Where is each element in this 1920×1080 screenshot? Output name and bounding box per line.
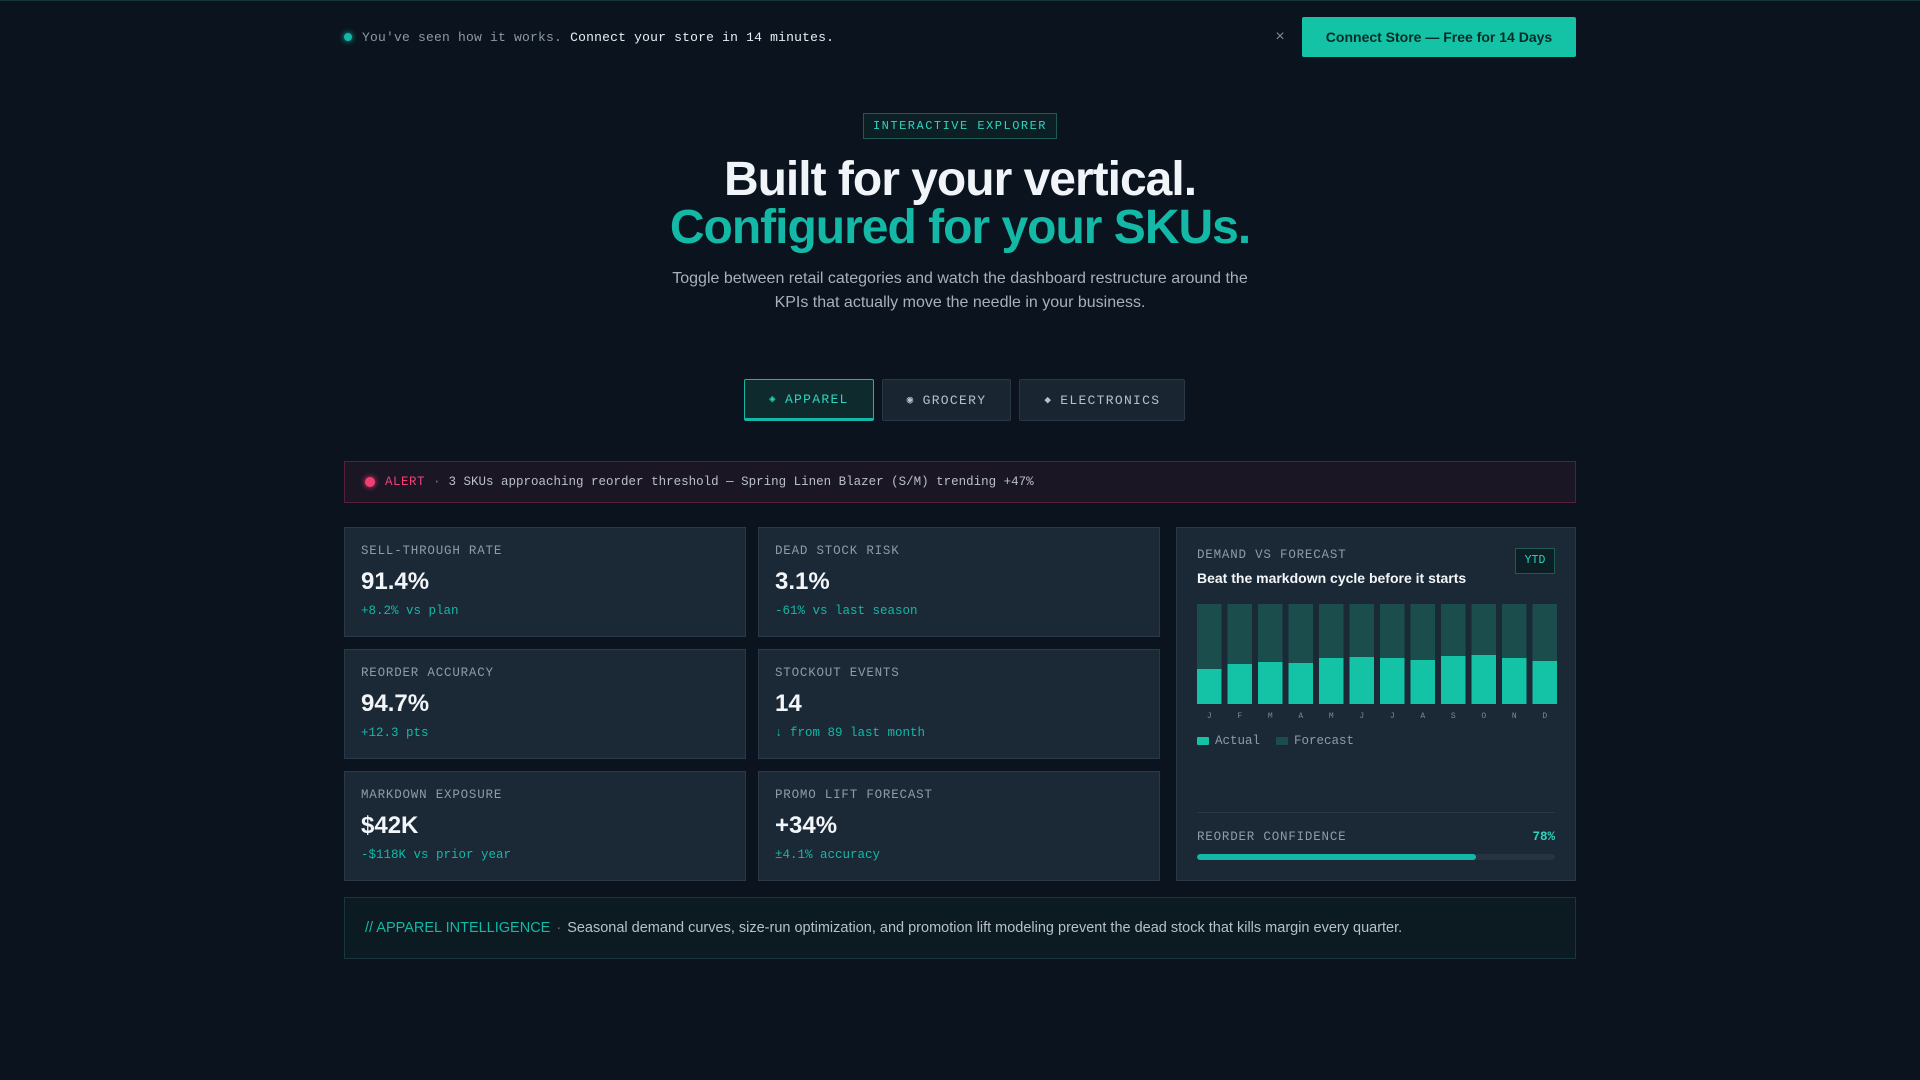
confidence-progress-fill: [1197, 854, 1477, 860]
category-tabs: ◈ APPAREL ◉ GROCERY ◆ ELECTRONICS: [744, 379, 1186, 421]
actual-bar: [1258, 662, 1283, 704]
legend-forecast: Forecast: [1276, 734, 1354, 748]
legend-swatch-forecast: [1276, 736, 1289, 745]
reorder-confidence: REORDER CONFIDENCE 78%: [1197, 830, 1555, 844]
actual-bar: [1471, 655, 1496, 704]
diamond-outline-icon: ◈: [769, 394, 777, 406]
alert-text: 3 SKUs approaching reorder threshold — S…: [448, 475, 1034, 489]
alert-separator: ·: [433, 475, 441, 489]
x-tick-label: A: [1298, 712, 1303, 721]
x-tick-label: J: [1359, 712, 1364, 721]
page-title-accent: Configured for your SKUs.: [669, 201, 1251, 254]
circle-dot-icon: ◉: [906, 395, 915, 407]
actual-bar: [1349, 657, 1374, 704]
kpi-card-stockout-events: STOCKOUT EVENTS 14 ↓ from 89 last month: [758, 649, 1160, 759]
x-tick-label: S: [1451, 712, 1456, 721]
kpi-label: REORDER ACCURACY: [361, 666, 494, 680]
x-tick-label: M: [1329, 712, 1334, 721]
x-tick-label: N: [1512, 712, 1517, 721]
kpi-label: DEAD STOCK RISK: [775, 544, 900, 558]
panel-divider: [1197, 812, 1555, 813]
tab-label: APPAREL: [784, 391, 849, 407]
kpi-label: PROMO LIFT FORECAST: [775, 788, 933, 802]
kpi-delta: -$118K vs prior year: [361, 848, 512, 862]
kpi-label: STOCKOUT EVENTS: [775, 666, 900, 680]
actual-bar: [1288, 663, 1313, 704]
legend-swatch-actual: [1197, 736, 1209, 745]
kpi-card-dead-stock: DEAD STOCK RISK 3.1% -61% vs last season: [758, 527, 1160, 637]
intelligence-text: Seasonal demand curves, size-run optimiz…: [567, 920, 1403, 936]
connect-store-button[interactable]: Connect Store — Free for 14 Days: [1302, 17, 1576, 57]
demand-forecast-panel: DEMAND VS FORECAST Beat the markdown cyc…: [1176, 527, 1576, 881]
intelligence-tag: // APPAREL INTELLIGENCE: [365, 920, 551, 936]
tab-label: ELECTRONICS: [1060, 392, 1161, 408]
actual-bar: [1502, 658, 1527, 704]
kpi-card-sell-through: SELL-THROUGH RATE 91.4% +8.2% vs plan: [344, 527, 746, 637]
legend-actual: Actual: [1197, 734, 1260, 748]
kpi-delta: -61% vs last season: [775, 604, 918, 618]
page-subtitle: Toggle between retail categories and wat…: [672, 270, 1248, 311]
kpi-value: +34%: [775, 812, 838, 839]
close-icon[interactable]: ×: [1268, 25, 1292, 49]
panel-title: Beat the markdown cycle before it starts: [1197, 570, 1467, 586]
x-tick-label: F: [1237, 712, 1242, 721]
actual-bar: [1319, 658, 1344, 704]
status-dot-icon: [344, 33, 352, 41]
kpi-delta: ↓ from 89 last month: [775, 726, 926, 740]
kpi-value: $42K: [361, 812, 419, 839]
vertical-intelligence-strip: // APPAREL INTELLIGENCE · Seasonal deman…: [344, 897, 1576, 959]
kpi-value: 14: [775, 690, 802, 717]
kpi-card-reorder-accuracy: REORDER ACCURACY 94.7% +12.3 pts: [344, 649, 746, 759]
kpi-label: SELL-THROUGH RATE: [361, 544, 503, 558]
intelligence-separator: ·: [556, 920, 562, 936]
actual-bar: [1197, 669, 1222, 704]
chart-legend: Actual Forecast: [1197, 734, 1354, 748]
confidence-label: REORDER CONFIDENCE: [1197, 830, 1347, 844]
panel-label: DEMAND VS FORECAST: [1197, 548, 1347, 562]
x-tick-label: O: [1481, 712, 1486, 721]
kpi-delta: ±4.1% accuracy: [775, 848, 881, 862]
confidence-value: 78%: [1532, 830, 1555, 844]
page-title: Built for your vertical.: [723, 153, 1197, 206]
actual-bar: [1380, 658, 1405, 704]
tab-electronics[interactable]: ◆ ELECTRONICS: [1019, 379, 1186, 421]
actual-bar: [1227, 664, 1252, 704]
kpi-value: 91.4%: [361, 568, 430, 595]
banner-message: You've seen how it works. Connect your s…: [362, 29, 835, 45]
alert-tag: ALERT: [385, 475, 426, 489]
actual-bar: [1441, 656, 1466, 704]
alert-bar: ALERT · 3 SKUs approaching reorder thres…: [344, 461, 1576, 503]
x-tick-label: J: [1207, 712, 1212, 721]
x-tick-label: A: [1420, 712, 1425, 721]
x-tick-label: M: [1268, 712, 1273, 721]
top-banner: You've seen how it works. Connect your s…: [344, 17, 1576, 57]
x-tick-label: J: [1390, 712, 1395, 721]
tab-label: GROCERY: [922, 392, 987, 408]
kpi-delta: +12.3 pts: [361, 726, 429, 740]
confidence-progress-track: [1197, 854, 1555, 860]
kpi-delta: +8.2% vs plan: [361, 604, 459, 618]
diamond-icon: ◆: [1044, 395, 1053, 407]
kpi-label: MARKDOWN EXPOSURE: [361, 788, 503, 802]
kpi-value: 94.7%: [361, 690, 430, 717]
ytd-badge[interactable]: YTD: [1515, 548, 1555, 574]
kpi-value: 3.1%: [775, 568, 830, 595]
kpi-card-promo-lift: PROMO LIFT FORECAST +34% ±4.1% accuracy: [758, 771, 1160, 881]
actual-bar: [1410, 660, 1435, 704]
tab-apparel[interactable]: ◈ APPAREL: [744, 379, 874, 421]
tab-grocery[interactable]: ◉ GROCERY: [881, 379, 1012, 421]
x-tick-label: D: [1542, 712, 1547, 721]
demand-forecast-chart: JFMAMJJASOND: [1197, 604, 1557, 721]
actual-bar: [1532, 661, 1557, 704]
eyebrow-badge: INTERACTIVE EXPLORER: [863, 113, 1057, 139]
kpi-card-markdown-exposure: MARKDOWN EXPOSURE $42K -$118K vs prior y…: [344, 771, 746, 881]
alert-dot-icon: [365, 477, 375, 487]
